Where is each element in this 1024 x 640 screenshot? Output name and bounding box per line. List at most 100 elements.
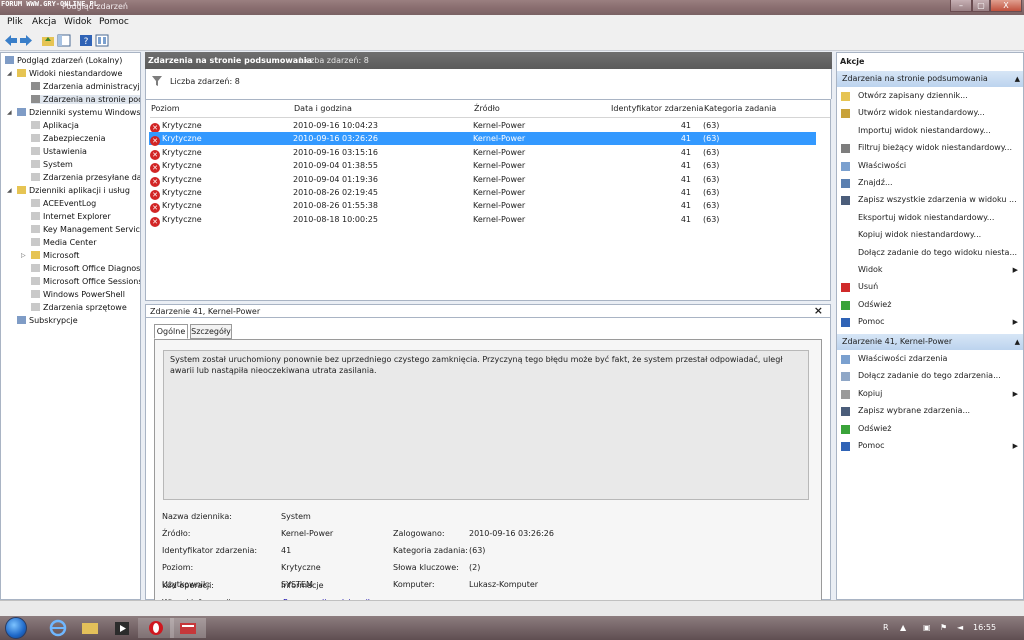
taskbar: R ▲ ▣ ⚑ ◄ 16:55 xyxy=(0,616,1024,640)
log-icon xyxy=(31,277,40,285)
tree-custom-views[interactable]: Widoki niestandardowe xyxy=(17,69,122,78)
action-item[interactable]: Właściwości xyxy=(837,158,1023,174)
start-button[interactable] xyxy=(5,617,27,639)
source-cell: Kernel-Power xyxy=(473,161,526,171)
tree-item-system[interactable]: System xyxy=(31,160,73,169)
tree-item-media-center[interactable]: Media Center xyxy=(31,238,97,247)
table-row[interactable]: ✕ Krytyczne 2010-09-16 10:04:23 Kernel-Powe… xyxy=(149,119,816,133)
event-viewer-icon[interactable] xyxy=(170,618,206,638)
column-header-task-category[interactable]: Kategoria zadania xyxy=(704,100,776,118)
tree-item-security[interactable]: Zabezpieczenia xyxy=(31,134,106,143)
action-item[interactable]: Pomoc ▶ xyxy=(837,438,1023,454)
tree-item-setup[interactable]: Ustawienia xyxy=(31,147,87,156)
tree-item-office-diagnostics[interactable]: Microsoft Office Diagnostics xyxy=(31,264,140,273)
action-item[interactable]: Dołącz zadanie do tego widoku niesta... xyxy=(837,245,1023,261)
expand-triangle-icon[interactable]: ◢ xyxy=(7,70,12,77)
column-header-source[interactable]: Źródło xyxy=(474,100,500,118)
close-icon[interactable]: × xyxy=(814,304,823,317)
folder-up-icon[interactable] xyxy=(41,34,55,47)
explorer-folder-icon[interactable] xyxy=(72,618,108,638)
tree-root[interactable]: Podgląd zdarzeń (Lokalny) xyxy=(5,56,122,65)
action-item[interactable]: Dołącz zadanie do tego zdarzenia... xyxy=(837,368,1023,384)
action-item[interactable]: Filtruj bieżący widok niestandardowy... xyxy=(837,140,1023,156)
actions-section-event[interactable]: Zdarzenie 41, Kernel-Power ▲ xyxy=(837,334,1023,350)
close-button[interactable]: X xyxy=(990,0,1022,12)
action-item[interactable]: Eksportuj widok niestandardowy... xyxy=(837,210,1023,226)
menu-plik[interactable]: Plik xyxy=(7,17,23,27)
action-item[interactable]: Właściwości zdarzenia xyxy=(837,351,1023,367)
action-item[interactable]: Zapisz wszystkie zdarzenia w widoku ... xyxy=(837,192,1023,208)
column-header-event-id[interactable]: Identyfikator zdarzenia xyxy=(611,100,703,118)
action-item[interactable]: Otwórz zapisany dziennik... xyxy=(837,88,1023,104)
table-row[interactable]: ✕ Krytyczne 2010-08-18 10:00:25 Kernel-Powe… xyxy=(149,213,816,227)
tree-item-internet-explorer[interactable]: Internet Explorer xyxy=(31,212,111,221)
tree-item-admin-events[interactable]: Zdarzenia administracyjne xyxy=(31,82,140,91)
action-item[interactable]: Importuj widok niestandardowy... xyxy=(837,123,1023,139)
menu-pomoc[interactable]: Pomoc xyxy=(99,17,129,27)
tree-item-microsoft[interactable]: Microsoft xyxy=(31,251,79,260)
tree-item-hardware-events[interactable]: Zdarzenia sprzętowe xyxy=(31,303,127,312)
tree-item-application[interactable]: Aplikacja xyxy=(31,121,79,130)
table-row[interactable]: ✕ Krytyczne 2010-08-26 02:19:45 Kernel-Powe… xyxy=(149,186,816,200)
internet-explorer-icon[interactable] xyxy=(40,618,76,638)
action-item[interactable]: Kopiuj ▶ xyxy=(837,386,1023,402)
tree-item-forwarded[interactable]: Zdarzenia przesyłane dalej xyxy=(31,173,140,182)
log-icon xyxy=(31,264,40,272)
action-label: Odśwież xyxy=(858,423,892,433)
expand-triangle-icon[interactable]: ◢ xyxy=(7,109,12,116)
collapse-caret-icon[interactable]: ▲ xyxy=(1015,334,1020,350)
minimize-button[interactable]: – xyxy=(950,0,972,12)
action-item[interactable]: Kopiuj widok niestandardowy... xyxy=(837,227,1023,243)
show-tree-icon[interactable] xyxy=(57,34,71,47)
open-folder-icon xyxy=(841,92,850,101)
tree-app-logs[interactable]: Dzienniki aplikacji i usług xyxy=(17,186,130,195)
action-item[interactable]: Usuń xyxy=(837,279,1023,295)
column-header-date[interactable]: Data i godzina xyxy=(294,100,352,118)
action-item[interactable]: Zapisz wybrane zdarzenia... xyxy=(837,403,1023,419)
event-id-cell: 41 xyxy=(680,161,691,171)
properties-icon[interactable] xyxy=(95,34,109,47)
tree-item-powershell[interactable]: Windows PowerShell xyxy=(31,290,125,299)
action-item[interactable]: Odśwież xyxy=(837,421,1023,437)
tree-subscriptions[interactable]: Subskrypcje xyxy=(17,316,78,325)
language-indicator[interactable]: R xyxy=(883,623,889,632)
show-hidden-icons[interactable]: ▲ xyxy=(900,623,906,632)
tree-item-key-management[interactable]: Key Management Service xyxy=(31,225,140,234)
actions-section-summary[interactable]: Zdarzenia na stronie podsumowania ▲ xyxy=(837,71,1023,87)
back-arrow-icon[interactable] xyxy=(4,34,18,47)
network-icon[interactable]: ▣ xyxy=(923,623,931,632)
table-row[interactable]: ✕ Krytyczne 2010-08-26 01:55:38 Kernel-Powe… xyxy=(149,199,816,214)
tree-item-aceeventlog[interactable]: ACEEventLog xyxy=(31,199,96,208)
menu-widok[interactable]: Widok xyxy=(64,17,92,27)
action-item[interactable]: Pomoc ▶ xyxy=(837,314,1023,330)
tab-general[interactable]: Ogólne xyxy=(154,324,188,339)
opera-icon[interactable] xyxy=(138,618,174,638)
table-row[interactable]: ✕ Krytyczne 2010-09-16 03:15:16 Kernel-Powe… xyxy=(149,146,816,160)
tab-details[interactable]: Szczegóły xyxy=(190,324,232,339)
forward-arrow-icon[interactable] xyxy=(19,34,33,47)
flag-icon[interactable]: ⚑ xyxy=(940,623,947,632)
collapsed-triangle-icon[interactable]: ▷ xyxy=(21,252,26,259)
action-item[interactable]: Widok ▶ xyxy=(837,262,1023,278)
table-row[interactable]: ✕ Krytyczne 2010-09-04 01:38:55 Kernel-Powe… xyxy=(149,159,816,174)
level-text: Krytyczne xyxy=(162,214,202,224)
tree-windows-logs[interactable]: Dzienniki systemu Windows xyxy=(17,108,140,117)
volume-icon[interactable]: ◄ xyxy=(957,623,963,632)
table-row[interactable]: ✕ Krytyczne 2010-09-16 03:26:26 Kernel-Powe… xyxy=(149,132,816,147)
action-item[interactable]: Odśwież xyxy=(837,297,1023,313)
expand-triangle-icon[interactable]: ◢ xyxy=(7,187,12,194)
collapse-caret-icon[interactable]: ▲ xyxy=(1015,71,1020,87)
tree-item-summary-events[interactable]: Zdarzenia na stronie podsumowania xyxy=(31,95,140,104)
action-item[interactable]: Znajdź... xyxy=(837,175,1023,191)
level-cell: ✕ Krytyczne xyxy=(150,173,202,187)
action-item[interactable]: Utwórz widok niestandardowy... xyxy=(837,105,1023,121)
clock[interactable]: 16:55 xyxy=(973,623,996,632)
table-row[interactable]: ✕ Krytyczne 2010-09-04 01:19:36 Kernel-Powe… xyxy=(149,173,816,187)
refresh-icon xyxy=(841,300,850,310)
media-player-icon[interactable] xyxy=(104,618,140,638)
menu-akcja[interactable]: Akcja xyxy=(32,17,56,27)
help-icon[interactable]: ? xyxy=(79,34,93,47)
tree-item-office-sessions[interactable]: Microsoft Office Sessions xyxy=(31,277,140,286)
column-header-level[interactable]: Poziom xyxy=(151,100,180,118)
maximize-button[interactable]: ▢ xyxy=(972,0,990,12)
